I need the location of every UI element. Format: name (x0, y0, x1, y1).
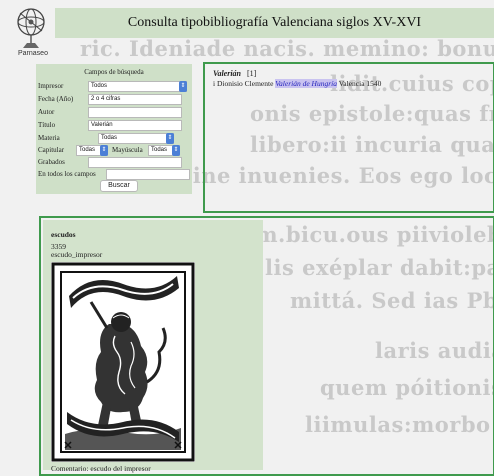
result-term-line: Valerián [1] (213, 69, 256, 78)
impresor-value: Todos (91, 83, 108, 89)
titulo-input[interactable]: Valerián (88, 120, 182, 131)
results-panel: Valerián [1] i Dionisio Clemente Valeriá… (203, 62, 494, 213)
todos-input[interactable] (106, 169, 190, 180)
fecha-label: Fecha (Año) (38, 95, 74, 103)
chevron-updown-icon: ⇕ (172, 145, 180, 156)
chevron-updown-icon: ⇕ (166, 133, 174, 144)
detail-heading: escudos (51, 230, 76, 239)
titulo-label: Título (38, 121, 56, 129)
fecha-input[interactable]: 2 o 4 cifras (88, 94, 182, 105)
chevron-updown-icon: ⇕ (100, 145, 108, 156)
todos-label: En todos los campos (38, 170, 96, 178)
autor-input[interactable] (88, 107, 182, 118)
detail-content: escudos 3359 escudo_impresor Comentario:… (43, 220, 263, 473)
grabados-input[interactable] (88, 157, 182, 168)
capitular-value: Todas (79, 147, 96, 153)
chevron-updown-icon: ⇕ (179, 81, 187, 92)
printer-shield-woodcut (51, 262, 195, 462)
result-count: [1] (247, 69, 257, 78)
title-bar: Consulta tipobibliografía Valenciana sig… (55, 8, 494, 38)
mayuscula-select[interactable]: Todas ⇕ (148, 145, 180, 156)
capitular-select[interactable]: Todas ⇕ (76, 145, 108, 156)
materia-value: Todas (101, 135, 118, 141)
search-button[interactable]: Buscar (100, 180, 138, 192)
logo-label: Parnaseo (18, 50, 48, 57)
detail-type: escudo_impresor (51, 250, 103, 259)
woodcut-image (51, 262, 195, 462)
result-term: Valerián (213, 69, 242, 78)
detail-comment: Comentario: escudo del impresor (51, 464, 151, 473)
result-entry-prefix: i Dionisio Clemente (213, 79, 274, 88)
search-form: Campos de búsqueda Impresor Todos ⇕ Fech… (36, 64, 192, 194)
capitular-label: Capitular (38, 146, 65, 154)
impresor-select[interactable]: Todos ⇕ (88, 81, 187, 92)
result-entry-link[interactable]: Valerián de Hungría (275, 79, 337, 88)
armillary-sphere-icon (17, 8, 45, 48)
materia-select[interactable]: Todas ⇕ (98, 133, 174, 144)
detail-panel: escudos 3359 escudo_impresor Comentario:… (39, 216, 494, 476)
mayuscula-label: Mayúscula (112, 146, 143, 154)
materia-label: Materia (38, 134, 60, 142)
bg-line: ric. Ideniade nacis. memino: bonus pe (80, 36, 494, 61)
mayuscula-value: Todas (151, 147, 168, 153)
titulo-value: Valerián (91, 122, 113, 128)
impresor-label: Impresor (38, 82, 64, 90)
autor-label: Autor (38, 108, 55, 116)
result-entry-suffix: Valencia 1540 (338, 79, 382, 88)
page-title: Consulta tipobibliografía Valenciana sig… (127, 15, 422, 30)
parnaseo-logo[interactable]: Parnaseo (6, 6, 56, 58)
fecha-value: 2 o 4 cifras (91, 96, 121, 102)
form-title: Campos de búsqueda (84, 68, 144, 76)
result-entry: i Dionisio Clemente Valerián de Hungría … (213, 79, 381, 88)
grabados-label: Grabados (38, 158, 65, 166)
